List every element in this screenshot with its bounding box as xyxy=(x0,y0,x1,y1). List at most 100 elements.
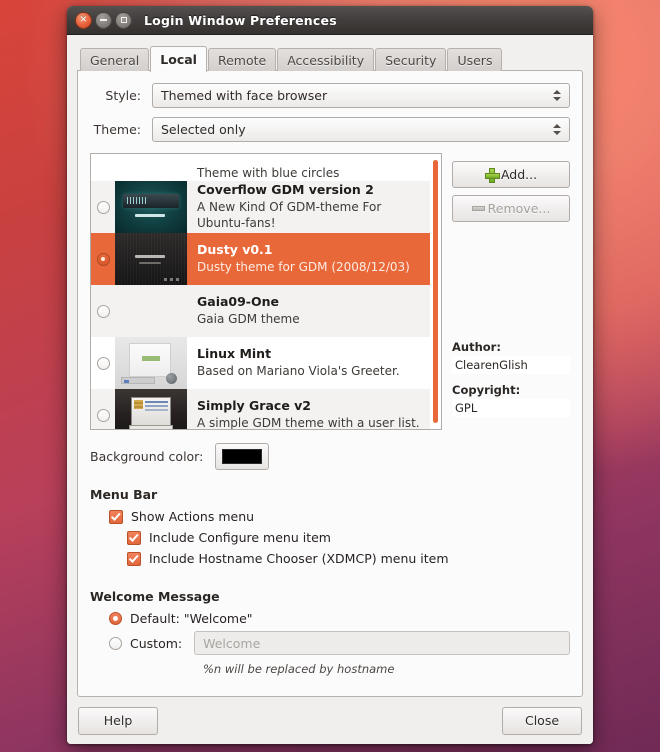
checkbox-row-include-hostname-chooser[interactable]: Include Hostname Chooser (XDMCP) menu it… xyxy=(127,551,570,566)
theme-radio-cell[interactable] xyxy=(91,337,115,389)
theme-thumbnail xyxy=(115,285,187,337)
default-welcome-radio[interactable] xyxy=(109,612,122,625)
theme-label: Theme: xyxy=(93,122,141,137)
theme-dropdown-value: Selected only xyxy=(161,122,246,137)
tab-users[interactable]: Users xyxy=(447,48,503,71)
window-controls: ✕ xyxy=(75,11,132,29)
theme-thumbnail xyxy=(115,389,187,429)
tab-general[interactable]: General xyxy=(80,48,150,71)
custom-welcome-input[interactable]: Welcome xyxy=(194,631,570,655)
tab-local[interactable]: Local xyxy=(150,46,207,72)
minimize-window-icon[interactable] xyxy=(95,11,112,29)
table-row[interactable]: Theme with blue circles xyxy=(91,154,441,181)
show-actions-label: Show Actions menu xyxy=(131,509,255,524)
theme-meta: Theme with blue circles xyxy=(187,165,441,181)
maximize-window-icon[interactable] xyxy=(115,11,132,29)
theme-description: A New Kind Of GDM-theme For Ubuntu-fans! xyxy=(197,200,382,231)
theme-meta: Simply Grace v2 A simple GDM theme with … xyxy=(187,389,441,429)
include-hostname-chooser-label: Include Hostname Chooser (XDMCP) menu it… xyxy=(149,551,449,566)
plus-icon xyxy=(484,168,500,183)
scrollbar-thumb[interactable] xyxy=(433,160,438,423)
add-theme-button[interactable]: Add... xyxy=(452,161,570,188)
theme-name: Simply Grace v2 xyxy=(197,398,311,414)
include-configure-checkbox[interactable] xyxy=(127,530,141,545)
theme-description: Gaia GDM theme xyxy=(197,312,300,327)
theme-row: Theme: Selected only xyxy=(90,117,570,142)
table-row[interactable]: Linux Mint Based on Mariano Viola's Gree… xyxy=(91,337,441,389)
theme-meta: Dusty v0.1 Dusty theme for GDM (2008/12/… xyxy=(187,233,441,285)
background-color-row: Background color: xyxy=(90,443,570,470)
author-value: ClearenGlish xyxy=(452,356,570,374)
radio-row-default-welcome[interactable]: Default: "Welcome" xyxy=(109,611,570,626)
table-row[interactable]: Dusty v0.1 Dusty theme for GDM (2008/12/… xyxy=(91,233,441,285)
theme-dropdown[interactable]: Selected only xyxy=(152,117,570,142)
tab-remote[interactable]: Remote xyxy=(207,48,277,71)
theme-thumbnail xyxy=(115,337,187,389)
theme-radio-cell[interactable] xyxy=(91,389,115,429)
menu-bar-heading: Menu Bar xyxy=(90,487,158,502)
custom-welcome-radio[interactable] xyxy=(109,636,122,650)
theme-radio[interactable] xyxy=(96,356,110,370)
include-configure-label: Include Configure menu item xyxy=(149,530,331,545)
welcome-message-heading: Welcome Message xyxy=(90,589,220,604)
theme-thumbnail xyxy=(115,181,187,233)
checkbox-row-show-actions[interactable]: Show Actions menu xyxy=(109,509,570,524)
help-button[interactable]: Help xyxy=(78,706,158,735)
theme-thumbnail xyxy=(115,233,187,285)
radio-row-custom-welcome[interactable]: Custom: Welcome xyxy=(109,631,570,655)
dialog-action-bar: Help Close xyxy=(67,697,593,744)
checkbox-row-include-configure[interactable]: Include Configure menu item xyxy=(127,530,570,545)
theme-list-scrollbar[interactable] xyxy=(430,154,441,429)
theme-description: Based on Mariano Viola's Greeter. xyxy=(197,364,400,379)
author-caption: Author: xyxy=(452,340,501,354)
local-tab-panel: Style: Themed with face browser Theme: S… xyxy=(77,70,583,697)
theme-info: Author: ClearenGlish Copyright: GPL xyxy=(452,340,570,430)
style-row: Style: Themed with face browser xyxy=(90,83,570,108)
tab-bar: General Local Remote Accessibility Secur… xyxy=(77,44,583,72)
close-button[interactable]: Close xyxy=(502,706,582,735)
table-row[interactable]: Gaia09-One Gaia GDM theme xyxy=(91,285,441,337)
theme-name: Dusty v0.1 xyxy=(197,242,273,258)
theme-description: A simple GDM theme with a user list. xyxy=(197,416,420,429)
show-actions-checkbox[interactable] xyxy=(109,509,123,524)
add-theme-label: Add... xyxy=(500,167,538,182)
minus-icon xyxy=(471,206,485,211)
window-titlebar: ✕ Login Window Preferences xyxy=(67,6,593,35)
welcome-hint: %n will be replaced by hostname xyxy=(203,662,395,676)
background-color-button[interactable] xyxy=(215,443,270,470)
style-dropdown-value: Themed with face browser xyxy=(161,88,328,103)
default-welcome-label: Default: "Welcome" xyxy=(130,611,253,626)
theme-meta: Coverflow GDM version 2 A New Kind Of GD… xyxy=(187,181,441,233)
custom-welcome-label: Custom: xyxy=(130,635,183,651)
background-color-label: Background color: xyxy=(90,449,204,464)
close-window-icon[interactable]: ✕ xyxy=(75,11,92,29)
include-hostname-chooser-checkbox[interactable] xyxy=(127,551,141,566)
theme-spinner-icon xyxy=(553,124,565,135)
theme-listbox[interactable]: Theme with blue circles Coverflow GDM ve… xyxy=(90,153,442,430)
style-spinner-icon xyxy=(553,90,565,101)
theme-radio-cell[interactable] xyxy=(91,285,115,337)
preferences-window: ✕ Login Window Preferences General Local… xyxy=(67,6,593,744)
theme-meta: Linux Mint Based on Mariano Viola's Gree… xyxy=(187,337,441,389)
tab-accessibility[interactable]: Accessibility xyxy=(277,48,375,71)
table-row[interactable]: Coverflow GDM version 2 A New Kind Of GD… xyxy=(91,181,441,233)
remove-theme-label: Remove... xyxy=(487,201,551,216)
theme-radio-cell[interactable] xyxy=(91,233,115,285)
theme-list-area: Theme with blue circles Coverflow GDM ve… xyxy=(90,153,570,430)
theme-radio-cell[interactable] xyxy=(91,181,115,233)
theme-radio[interactable] xyxy=(96,200,110,214)
table-row[interactable]: Simply Grace v2 A simple GDM theme with … xyxy=(91,389,441,429)
theme-radio[interactable] xyxy=(96,304,110,318)
tab-security[interactable]: Security xyxy=(375,48,447,71)
color-swatch xyxy=(222,449,263,464)
theme-radio-selected[interactable] xyxy=(96,252,110,266)
remove-theme-button[interactable]: Remove... xyxy=(452,195,570,222)
theme-description: Dusty theme for GDM (2008/12/03) xyxy=(197,260,410,275)
theme-radio[interactable] xyxy=(96,408,110,422)
style-dropdown[interactable]: Themed with face browser xyxy=(152,83,570,108)
window-title: Login Window Preferences xyxy=(144,12,337,28)
theme-description: Theme with blue circles xyxy=(197,165,340,180)
theme-name: Coverflow GDM version 2 xyxy=(197,182,374,198)
theme-name: Linux Mint xyxy=(197,346,272,362)
theme-side-panel: Add... Remove... Author: ClearenGlish Co… xyxy=(452,153,570,430)
